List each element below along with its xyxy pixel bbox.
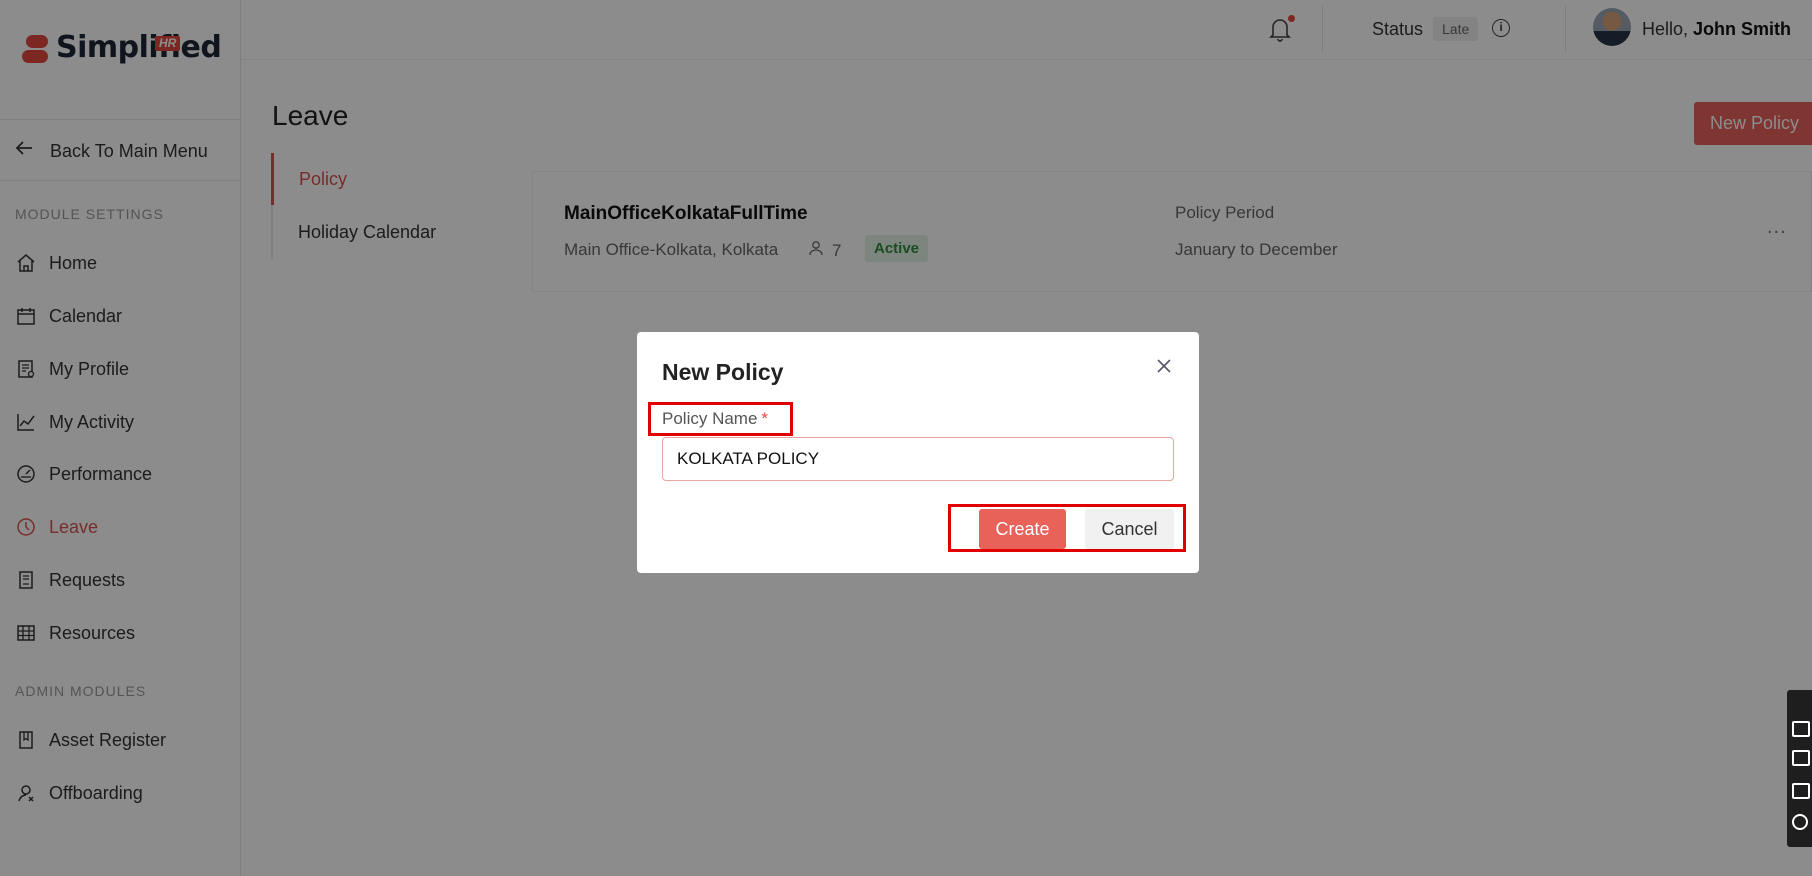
dialog-title: New Policy: [662, 359, 784, 385]
required-mark: *: [761, 409, 769, 428]
create-button[interactable]: Create: [979, 509, 1066, 549]
screen-icon[interactable]: [1792, 783, 1810, 799]
close-icon[interactable]: [1155, 356, 1173, 380]
video-icon[interactable]: [1792, 750, 1810, 766]
camera-icon[interactable]: [1792, 721, 1810, 737]
policy-name-input[interactable]: [662, 437, 1174, 481]
policy-name-label: Policy Name *: [662, 409, 768, 429]
screen-recorder-widget[interactable]: [1787, 690, 1812, 847]
policy-name-label-text: Policy Name: [662, 409, 758, 428]
new-policy-dialog: New Policy Policy Name* Create Cancel: [637, 332, 1199, 573]
gear-icon[interactable]: [1792, 814, 1808, 830]
cancel-button[interactable]: Cancel: [1085, 509, 1174, 549]
